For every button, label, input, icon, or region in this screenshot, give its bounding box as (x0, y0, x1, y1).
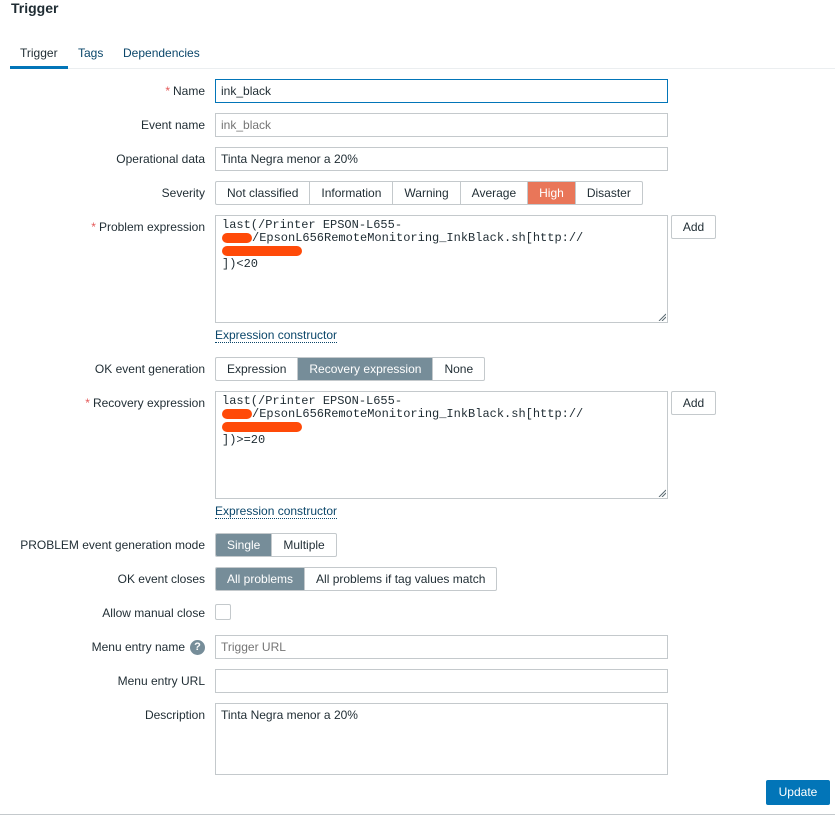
expression-line: ])<20 (222, 257, 259, 271)
ok-closes-all-problems[interactable]: All problems (216, 568, 306, 590)
severity-average[interactable]: Average (461, 182, 529, 204)
ok-event-closes-selector: All problems All problems if tag values … (215, 567, 498, 591)
ok-generation-recovery-expression[interactable]: Recovery expression (298, 358, 434, 380)
required-marker: * (85, 396, 90, 410)
problem-expression-constructor-link[interactable]: Expression constructor (215, 328, 338, 343)
tab-dependencies[interactable]: Dependencies (123, 46, 200, 60)
tab-trigger[interactable]: Trigger (20, 46, 58, 60)
page-title: Trigger (11, 0, 59, 16)
severity-information[interactable]: Information (310, 182, 394, 204)
menu-entry-name-input[interactable] (215, 635, 668, 659)
problem-expression-textarea[interactable]: last(/Printer EPSON-L655- /EpsonL656Remo… (215, 215, 668, 323)
tab-tags[interactable]: Tags (78, 46, 103, 60)
severity-high[interactable]: High (528, 182, 576, 204)
redacted-mark (222, 245, 302, 256)
menu-entry-name-label: Menu entry name? (92, 640, 205, 656)
name-label: * Name (165, 84, 205, 98)
ok-generation-none[interactable]: None (433, 358, 484, 380)
severity-not-classified[interactable]: Not classified (216, 182, 311, 204)
expression-line: last(/Printer EPSON-L655- (222, 394, 403, 408)
ok-closes-tag-match[interactable]: All problems if tag values match (305, 568, 496, 590)
severity-warning[interactable]: Warning (393, 182, 461, 204)
problem-mode-multiple[interactable]: Multiple (272, 534, 335, 556)
severity-selector: Not classified Information Warning Avera… (215, 181, 643, 205)
problem-mode-single[interactable]: Single (216, 534, 273, 556)
recovery-expression-label: * Recovery expression (85, 396, 205, 410)
add-problem-expression-button[interactable]: Add (671, 215, 716, 239)
required-marker: * (91, 220, 96, 234)
recovery-expression-constructor-link[interactable]: Expression constructor (215, 504, 338, 519)
event-name-input[interactable] (215, 113, 668, 137)
menu-entry-url-input[interactable] (215, 669, 668, 693)
allow-manual-close-checkbox[interactable] (215, 604, 231, 620)
ok-event-generation-label: OK event generation (94, 362, 205, 376)
active-tab-indicator (10, 66, 68, 69)
recovery-expression-textarea[interactable]: last(/Printer EPSON-L655- /EpsonL656Remo… (215, 391, 668, 499)
severity-disaster[interactable]: Disaster (576, 182, 642, 204)
resize-grip-icon[interactable] (658, 313, 666, 321)
add-recovery-expression-button[interactable]: Add (671, 391, 716, 415)
menu-entry-url-label: Menu entry URL (117, 674, 205, 688)
footer-divider (0, 814, 835, 815)
update-button[interactable]: Update (766, 780, 830, 805)
expression-line: ])>=20 (222, 433, 266, 447)
ok-generation-expression[interactable]: Expression (216, 358, 299, 380)
problem-expression-label: * Problem expression (91, 220, 205, 234)
expression-line: last(/Printer EPSON-L655- (222, 218, 403, 232)
problem-mode-label: PROBLEM event generation mode (20, 538, 205, 552)
description-text: Tinta Negra menor a 20% (221, 708, 358, 722)
ok-event-generation-selector: Expression Recovery expression None (215, 357, 486, 381)
redacted-mark (222, 232, 252, 243)
resize-grip-icon[interactable] (658, 489, 666, 497)
redacted-mark (222, 408, 252, 419)
expression-line: /EpsonL656RemoteMonitoring_InkBlack.sh[h… (252, 231, 584, 245)
name-input[interactable] (215, 79, 668, 103)
problem-mode-selector: Single Multiple (215, 533, 337, 557)
description-label: Description (144, 708, 205, 722)
allow-manual-close-label: Allow manual close (102, 606, 205, 620)
tab-bar: Trigger Tags Dependencies (10, 38, 835, 69)
operational-data-input[interactable] (215, 147, 668, 171)
redacted-mark (222, 421, 302, 432)
required-marker: * (165, 84, 170, 98)
ok-event-closes-label: OK event closes (117, 572, 205, 586)
operational-data-label: Operational data (116, 152, 205, 166)
help-icon[interactable]: ? (190, 640, 205, 656)
severity-label: Severity (161, 186, 205, 200)
event-name-label: Event name (140, 118, 205, 132)
expression-line: /EpsonL656RemoteMonitoring_InkBlack.sh[h… (252, 407, 584, 421)
description-textarea[interactable]: Tinta Negra menor a 20% (215, 703, 668, 775)
